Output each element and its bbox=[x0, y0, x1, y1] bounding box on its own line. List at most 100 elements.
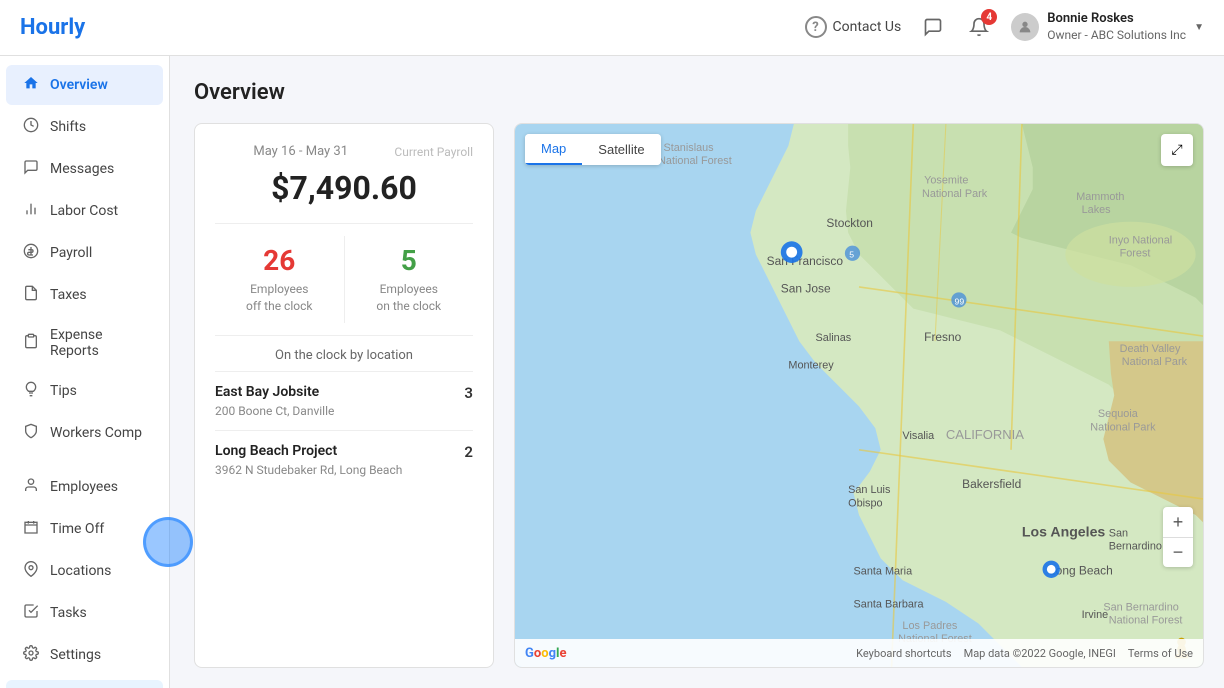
sidebar-item-tasks[interactable]: Tasks bbox=[6, 593, 163, 633]
sidebar-item-expense-reports[interactable]: Expense Reports bbox=[6, 317, 163, 369]
location-count: 3 bbox=[464, 384, 473, 402]
sidebar-item-label: Time Off bbox=[50, 521, 147, 537]
keyboard-shortcuts[interactable]: Keyboard shortcuts bbox=[856, 647, 951, 660]
location-pin-icon bbox=[22, 561, 40, 581]
sidebar-item-shifts[interactable]: Shifts bbox=[6, 107, 163, 147]
lightbulb-icon bbox=[22, 381, 40, 401]
svg-text:San Jose: San Jose bbox=[781, 281, 831, 295]
gear-icon bbox=[22, 645, 40, 665]
chevron-down-icon: ▼ bbox=[1194, 22, 1204, 33]
sidebar-item-label: Employees bbox=[50, 479, 147, 495]
payroll-amount: $7,490.60 bbox=[215, 169, 473, 207]
sidebar-item-tips[interactable]: Tips bbox=[6, 371, 163, 411]
svg-text:Forest: Forest bbox=[1120, 247, 1151, 259]
home-icon bbox=[22, 75, 40, 95]
svg-text:CALIFORNIA: CALIFORNIA bbox=[946, 427, 1024, 442]
sidebar-item-time-off[interactable]: Time Off bbox=[6, 509, 163, 549]
clipboard-icon bbox=[22, 333, 40, 353]
avatar bbox=[1011, 13, 1039, 41]
employees-on-label: Employeeson the clock bbox=[349, 281, 470, 315]
location-name: East Bay Jobsite 3 bbox=[215, 384, 473, 402]
map-expand-button[interactable]: ⤢ bbox=[1161, 134, 1193, 166]
page-title: Overview bbox=[194, 80, 1204, 105]
svg-text:Visalia: Visalia bbox=[902, 430, 935, 442]
sidebar-item-locations[interactable]: Locations bbox=[6, 551, 163, 591]
sidebar-item-taxes[interactable]: Taxes bbox=[6, 275, 163, 315]
location-count: 2 bbox=[464, 443, 473, 461]
employees-on-block: 5 Employeeson the clock bbox=[344, 236, 474, 323]
sidebar-item-workers-comp[interactable]: Workers Comp bbox=[6, 413, 163, 453]
terms-of-use[interactable]: Terms of Use bbox=[1128, 647, 1193, 660]
map-svg: Stockton San Francisco San Jose Salinas … bbox=[515, 124, 1203, 667]
location-item: Long Beach Project 2 3962 N Studebaker R… bbox=[215, 430, 473, 489]
svg-text:Los Angeles: Los Angeles bbox=[1022, 524, 1106, 540]
sidebar-item-label: Overview bbox=[50, 77, 147, 93]
sidebar-item-label: Tasks bbox=[50, 605, 147, 621]
sidebar-item-label: Settings bbox=[50, 647, 147, 663]
svg-text:Bakersfield: Bakersfield bbox=[962, 477, 1021, 491]
svg-text:Lakes: Lakes bbox=[1082, 204, 1112, 216]
employees-on-count: 5 bbox=[349, 244, 470, 277]
map-tab-map[interactable]: Map bbox=[525, 134, 582, 165]
overview-card: May 16 - May 31 Current Payroll $7,490.6… bbox=[194, 123, 494, 668]
svg-text:5: 5 bbox=[849, 250, 854, 260]
svg-text:Stockton: Stockton bbox=[826, 216, 872, 230]
map-footer: Google Keyboard shortcuts Map data ©2022… bbox=[515, 639, 1203, 667]
on-clock-by-location-label: On the clock by location bbox=[215, 348, 473, 363]
person-icon bbox=[22, 477, 40, 497]
sidebar-item-free-month[interactable]: Free Month bbox=[6, 680, 163, 688]
app-logo: Hourly bbox=[20, 15, 85, 40]
app-header: Hourly ? Contact Us 4 Bonnie Roskes Owne… bbox=[0, 0, 1224, 56]
help-icon: ? bbox=[805, 16, 827, 38]
map-container: Stockton San Francisco San Jose Salinas … bbox=[514, 123, 1204, 668]
svg-text:Obispo: Obispo bbox=[848, 497, 882, 509]
svg-text:Santa Maria: Santa Maria bbox=[854, 566, 914, 578]
calendar-icon bbox=[22, 519, 40, 539]
contact-us-button[interactable]: ? Contact Us bbox=[805, 16, 902, 38]
zoom-in-button[interactable]: + bbox=[1163, 507, 1193, 537]
sidebar-item-payroll[interactable]: Payroll bbox=[6, 233, 163, 273]
clock-icon bbox=[22, 117, 40, 137]
main-content: Overview May 16 - May 31 Current Payroll… bbox=[170, 56, 1224, 688]
map-tabs: Map Satellite bbox=[525, 134, 661, 165]
svg-text:Stanislaus: Stanislaus bbox=[664, 142, 715, 154]
svg-text:Fresno: Fresno bbox=[924, 330, 962, 344]
map-data-label: Map data ©2022 Google, INEGI bbox=[964, 647, 1116, 660]
sidebar-item-label: Taxes bbox=[50, 287, 147, 303]
bar-chart-icon bbox=[22, 201, 40, 221]
content-row: May 16 - May 31 Current Payroll $7,490.6… bbox=[194, 123, 1204, 668]
location-item: East Bay Jobsite 3 200 Boone Ct, Danvill… bbox=[215, 371, 473, 430]
tasks-icon bbox=[22, 603, 40, 623]
svg-text:Death Valley: Death Valley bbox=[1120, 343, 1181, 355]
messages-icon[interactable] bbox=[919, 13, 947, 41]
zoom-out-button[interactable]: − bbox=[1163, 537, 1193, 567]
map-attribution: Keyboard shortcuts Map data ©2022 Google… bbox=[856, 647, 1193, 660]
location-address: 200 Boone Ct, Danville bbox=[215, 404, 473, 418]
svg-text:National Park: National Park bbox=[1122, 356, 1188, 368]
sidebar-item-label: Tips bbox=[50, 383, 147, 399]
sidebar-item-overview[interactable]: Overview bbox=[6, 65, 163, 105]
location-address: 3962 N Studebaker Rd, Long Beach bbox=[215, 463, 473, 477]
map-tab-satellite[interactable]: Satellite bbox=[582, 134, 660, 165]
app-body: Overview Shifts Messages Labor Cost Payr… bbox=[0, 56, 1224, 688]
svg-text:National Park: National Park bbox=[922, 188, 988, 200]
sidebar-item-label: Expense Reports bbox=[50, 327, 147, 359]
message-icon bbox=[22, 159, 40, 179]
user-menu[interactable]: Bonnie Roskes Owner - ABC Solutions Inc … bbox=[1011, 11, 1204, 43]
payroll-period: May 16 - May 31 bbox=[215, 144, 386, 159]
shield-icon bbox=[22, 423, 40, 443]
svg-text:Yosemite: Yosemite bbox=[924, 175, 968, 187]
svg-text:Santa Barbara: Santa Barbara bbox=[854, 598, 925, 610]
sidebar-item-employees[interactable]: Employees bbox=[6, 467, 163, 507]
svg-text:National Park: National Park bbox=[1090, 421, 1156, 433]
dollar-icon bbox=[22, 243, 40, 263]
employees-row: 26 Employeesoff the clock 5 Employeeson … bbox=[215, 236, 473, 323]
sidebar-item-labor-cost[interactable]: Labor Cost bbox=[6, 191, 163, 231]
sidebar-item-label: Shifts bbox=[50, 119, 147, 135]
sidebar-item-settings[interactable]: Settings bbox=[6, 635, 163, 675]
svg-text:San: San bbox=[1109, 528, 1128, 540]
notifications-icon[interactable]: 4 bbox=[965, 13, 993, 41]
sidebar-item-messages[interactable]: Messages bbox=[6, 149, 163, 189]
svg-text:Sequoia: Sequoia bbox=[1098, 408, 1139, 420]
svg-text:Bernardino: Bernardino bbox=[1109, 541, 1162, 553]
